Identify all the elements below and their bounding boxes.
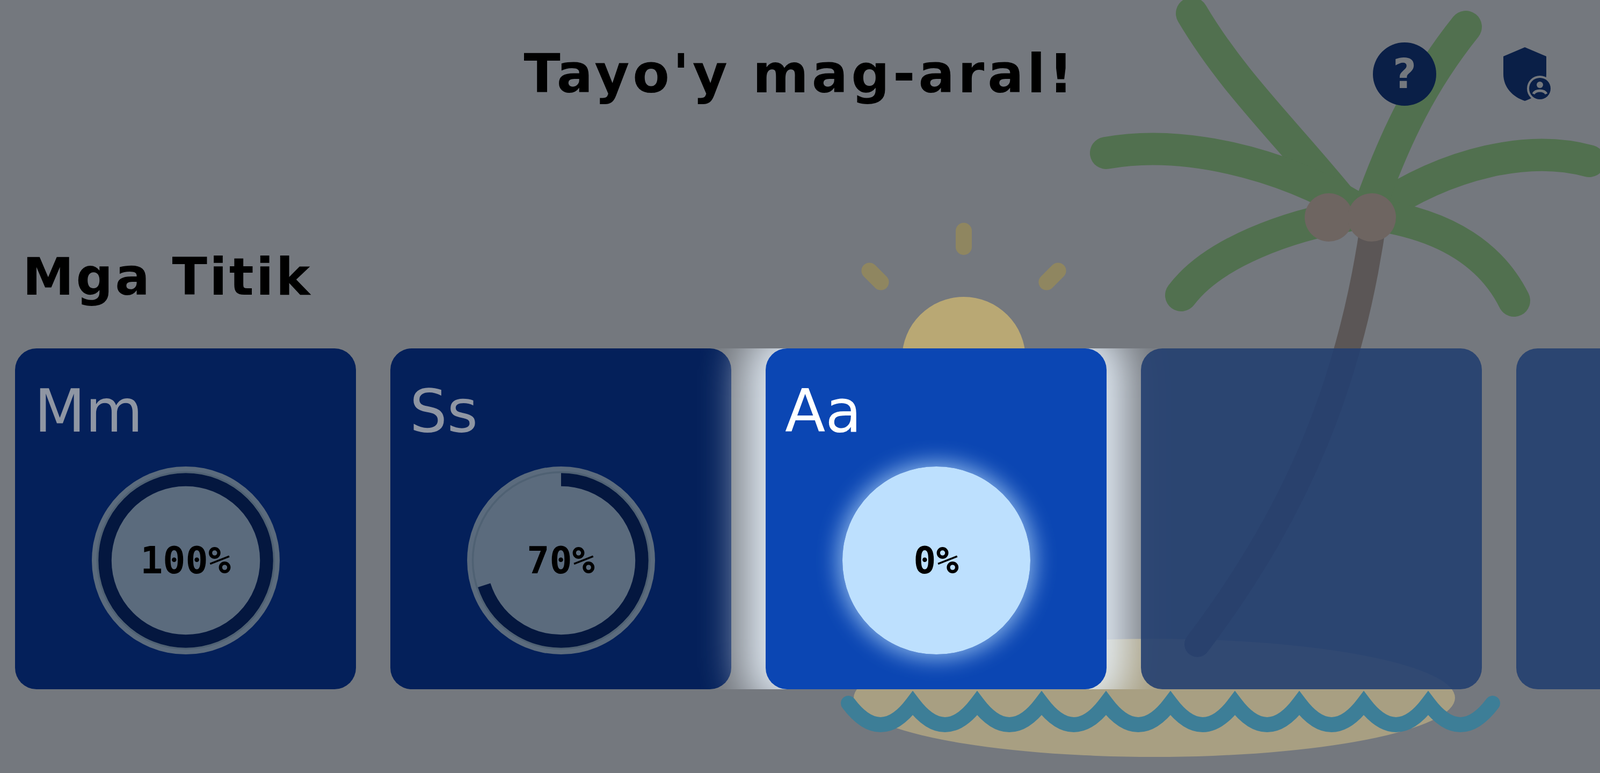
empty-card	[1140, 348, 1482, 690]
progress-ring: 0%	[842, 466, 1031, 655]
card-letter: Ss	[390, 381, 732, 441]
card-row: Mm 100% Ss 70% Aa 0%	[0, 348, 1600, 690]
letter-card[interactable]: Mm 100%	[15, 348, 356, 690]
card-letter: Aa	[765, 381, 1107, 441]
app-screen: Tayo'y mag-aral!? Mga Titik Mm 100% Ss 70% Aa 0…	[0, 0, 1600, 773]
letter-card[interactable]: Aa 0%	[765, 348, 1107, 690]
empty-card	[1516, 348, 1600, 690]
section-title: Mga Titik	[0, 251, 1600, 303]
card-letter: Mm	[15, 381, 356, 441]
letter-card[interactable]: Ss 70%	[390, 348, 732, 690]
parent-shield-button[interactable]	[1495, 44, 1555, 104]
progress-percent: 100%	[140, 541, 231, 580]
progress-ring: 70%	[467, 466, 656, 655]
progress-ring: 100%	[91, 466, 280, 655]
header: Tayo'y mag-aral!?	[0, 0, 1600, 107]
progress-percent: 70%	[526, 541, 595, 580]
progress-percent: 0%	[913, 541, 959, 580]
shield-person-icon	[1495, 44, 1555, 104]
help-button[interactable]: ?	[1372, 42, 1437, 106]
page-title: Tayo'y mag-aral!	[523, 41, 1076, 107]
